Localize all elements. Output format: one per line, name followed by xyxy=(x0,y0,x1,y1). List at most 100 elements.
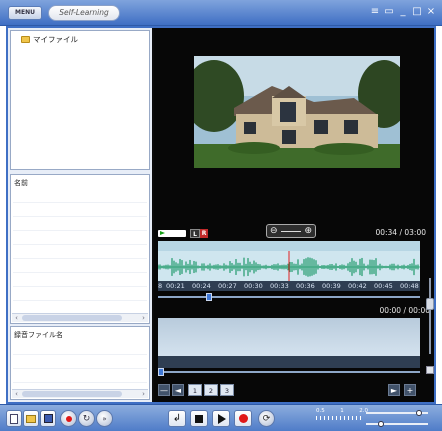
list-view-icon[interactable]: ≡ xyxy=(370,6,380,18)
folder-tree-panel: マイファイル xyxy=(10,30,150,170)
cycle-button[interactable]: ↻ xyxy=(78,410,95,427)
seek-knob[interactable] xyxy=(206,293,212,301)
speed-mid-label: 1 xyxy=(340,408,344,414)
close-icon[interactable]: × xyxy=(426,6,436,18)
name-column-header: 名前 xyxy=(14,179,28,187)
time-tick-label: 8 xyxy=(158,282,163,290)
tree-item-my-files[interactable]: マイファイル xyxy=(21,34,78,45)
track2-axis xyxy=(158,356,420,368)
folder-icon xyxy=(21,36,30,43)
track2-time: 00:00 / 00:00 xyxy=(379,306,430,315)
name-list[interactable] xyxy=(13,189,147,309)
waveform-track-2[interactable] xyxy=(158,318,420,356)
right-channel[interactable]: R xyxy=(200,229,208,238)
time-tick-label: 00:21 xyxy=(166,282,185,290)
time-tick-label: 00:48 xyxy=(400,282,419,290)
name-list-panel: 名前 ‹ › xyxy=(10,174,150,324)
volume-slider-knob[interactable] xyxy=(378,421,384,427)
left-channel[interactable]: L xyxy=(190,229,200,238)
speed-volume-controls: 0.5 1 2.0 xyxy=(316,408,436,430)
recording-file-header: 録音ファイル名 xyxy=(14,331,63,339)
loop-button[interactable]: ⟳ xyxy=(258,410,275,427)
volume-slider[interactable] xyxy=(366,421,428,427)
zoom-bar xyxy=(280,230,302,232)
zoom-control[interactable]: ⊖ ⊕ xyxy=(266,224,316,238)
record-button[interactable] xyxy=(234,410,252,427)
time-tick-label: 00:39 xyxy=(322,282,341,290)
scroll-left-icon[interactable]: ‹ xyxy=(12,314,21,322)
time-tick-label: 00:33 xyxy=(270,282,289,290)
name-list-scrollbar[interactable]: ‹ › xyxy=(12,313,148,322)
disk-icon xyxy=(43,414,53,423)
page-3-button[interactable]: 3 xyxy=(220,384,234,396)
next-page-button[interactable]: ► xyxy=(388,384,400,396)
track1-seek-slider[interactable] xyxy=(158,293,420,301)
new-file-button[interactable] xyxy=(6,410,22,427)
time-tick-label: 00:42 xyxy=(348,282,367,290)
window-controls: ≡ ▭ _ □ × xyxy=(370,6,436,18)
page-1-button[interactable]: 1 xyxy=(188,384,202,396)
save-button[interactable] xyxy=(40,410,56,427)
time-tick-label: 00:45 xyxy=(374,282,393,290)
time-tick-label: 00:36 xyxy=(296,282,315,290)
scroll-right-icon[interactable]: › xyxy=(139,390,148,398)
scroll-left-icon[interactable]: ‹ xyxy=(12,390,21,398)
speed-min-label: 0.5 xyxy=(316,408,325,414)
loop-icon: ⟳ xyxy=(262,413,271,424)
seek-track xyxy=(158,296,420,298)
scrollbar-thumb[interactable] xyxy=(22,315,122,321)
main-frame: マイファイル 名前 ‹ › 録音ファイル名 ‹ › L R ⊖ ⊕ 00:34 … xyxy=(6,26,436,404)
recording-list[interactable] xyxy=(13,341,147,385)
new-document-icon xyxy=(10,413,18,424)
track2-seek-slider[interactable] xyxy=(158,368,420,376)
seek-knob[interactable] xyxy=(158,368,164,376)
rewind-button[interactable]: ↲ xyxy=(168,410,186,427)
track-controls: L R ⊖ ⊕ 00:34 / 03:00 xyxy=(158,224,430,240)
play-button[interactable] xyxy=(212,410,230,427)
stop-icon xyxy=(195,414,203,423)
fast-forward-icon: » xyxy=(102,414,107,423)
play-icon xyxy=(218,413,226,424)
left-column: マイファイル 名前 ‹ › 録音ファイル名 ‹ › xyxy=(8,28,152,402)
scroll-right-icon[interactable]: › xyxy=(139,314,148,322)
return-icon: ↲ xyxy=(172,413,182,424)
house-video-image xyxy=(194,56,400,168)
speed-scale: 0.5 1 2.0 xyxy=(316,408,368,414)
record-settings-button[interactable] xyxy=(60,410,77,427)
refresh-icon: ↻ xyxy=(82,413,91,424)
prev-page-button[interactable]: ◄ xyxy=(172,384,184,396)
speed-slider[interactable] xyxy=(366,410,428,416)
collapse-button[interactable]: — xyxy=(158,384,170,396)
recording-list-panel: 録音ファイル名 ‹ › xyxy=(10,326,150,400)
vertical-slider-knob[interactable] xyxy=(426,298,434,310)
menu-button[interactable]: MENU xyxy=(8,6,42,20)
track1-time: 00:34 / 03:00 xyxy=(375,228,426,237)
time-axis: 8 00:21 00:24 00:27 00:30 00:33 00:36 00:39 00:4… xyxy=(158,281,420,291)
video-frame[interactable] xyxy=(194,56,400,168)
page-2-button[interactable]: 2 xyxy=(204,384,218,396)
skip-button[interactable]: » xyxy=(96,410,113,427)
page-navigator: — ◄ 1 2 3 ► + xyxy=(158,384,430,396)
recording-list-scrollbar[interactable]: ‹ › xyxy=(12,389,148,398)
time-tick-label: 00:30 xyxy=(244,282,263,290)
bottom-toolbar: ↻ » ↲ ⟳ 0.5 1 2.0 xyxy=(0,404,442,431)
scrollbar-thumb[interactable] xyxy=(22,391,122,397)
compact-view-icon[interactable]: ▭ xyxy=(384,6,394,18)
time-tick-label: 00:24 xyxy=(192,282,211,290)
zoom-in-icon[interactable]: ⊕ xyxy=(304,226,312,236)
minimize-icon[interactable]: _ xyxy=(398,6,408,18)
app-name-pill[interactable]: Self-Learning xyxy=(48,5,120,21)
add-button[interactable]: + xyxy=(404,384,416,396)
speed-ticks xyxy=(316,416,362,420)
stop-button[interactable] xyxy=(190,410,208,427)
save-icon[interactable] xyxy=(426,366,434,374)
maximize-icon[interactable]: □ xyxy=(412,6,422,18)
zoom-out-icon[interactable]: ⊖ xyxy=(270,226,278,236)
channel-selector[interactable]: L R xyxy=(190,229,208,238)
speed-slider-knob[interactable] xyxy=(416,410,422,416)
waveform-track-1[interactable] xyxy=(158,241,420,281)
open-folder-button[interactable] xyxy=(23,410,39,427)
vertical-zoom-slider[interactable] xyxy=(426,278,434,354)
title-bar: MENU Self-Learning ≡ ▭ _ □ × xyxy=(0,0,442,26)
tree-item-label: マイファイル xyxy=(33,35,78,44)
